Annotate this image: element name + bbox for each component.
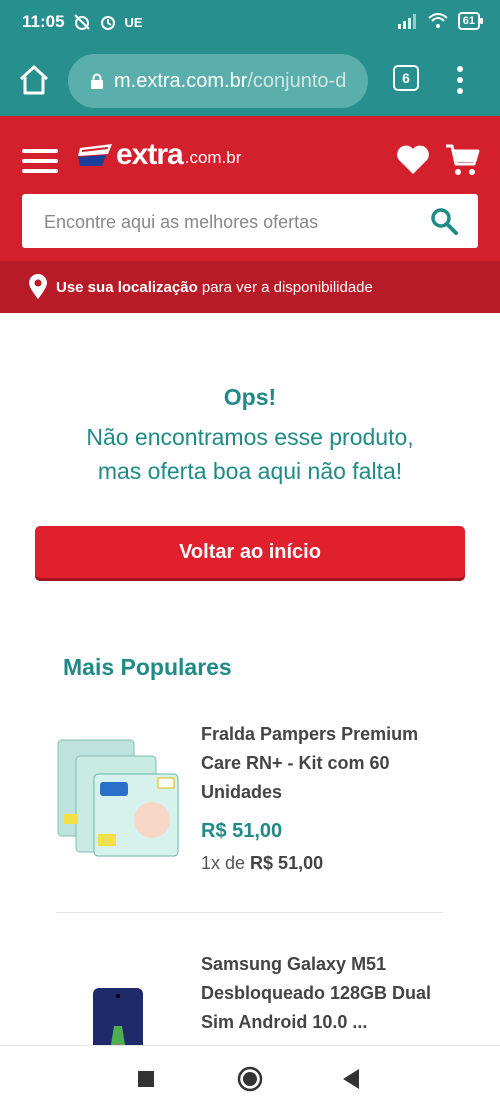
error-message: Não encontramos esse produto, mas oferta… [0,420,500,488]
product-name[interactable]: Fralda Pampers Premium Care RN+ - Kit co… [201,720,446,807]
url-path: /conjunto-d [247,69,347,92]
menu-icon[interactable] [22,146,58,176]
url-text: m.extra.com.br/conjunto-d [114,70,346,93]
back-triangle-icon[interactable] [342,1068,360,1090]
status-bar: 11:05 UE 61 [0,0,500,46]
product-price: R$ 51,00 [201,820,283,842]
popular-section-title: Mais Populares [63,654,232,680]
location-bold-text: Use sua localização [56,278,198,296]
cart-icon[interactable] [444,142,480,178]
logo-name: extra [116,138,184,171]
browser-home-icon[interactable] [16,62,52,98]
alarm-off-icon [73,14,90,30]
product-name[interactable]: Samsung Galaxy M51 Desbloqueado 128GB Du… [201,950,446,1037]
installment-prefix: 1x de [201,853,251,873]
logo-flag-icon [78,144,112,166]
product-installment: 1x de R$ 51,00 [201,853,323,874]
location-text: Use sua localização para ver a disponibi… [56,279,373,296]
battery-icon: 61 [457,12,484,30]
logo-domain: .com.br [184,148,242,167]
error-title: Ops! [223,384,277,410]
product-divider [56,912,442,913]
more-options-icon[interactable] [452,62,468,98]
status-left: 11:05 UE [22,12,143,32]
search-box [22,194,478,250]
clock: 11:05 [22,12,65,31]
search-icon[interactable] [430,207,458,235]
extra-logo[interactable]: extra .com.br [78,138,241,172]
error-line-1: Não encontramos esse produto, [86,424,414,450]
error-line-2: mas oferta boa aqui não falta! [97,458,403,484]
lock-icon [91,73,103,89]
address-bar[interactable]: m.extra.com.br/conjunto-d [68,54,368,108]
browser-toolbar: m.extra.com.br/conjunto-d 6 [0,46,500,116]
home-circle-icon[interactable] [237,1066,263,1092]
alarm-icon [100,16,115,30]
installment-value: R$ 51,00 [250,853,324,873]
back-to-home-button[interactable]: Voltar ao início [35,526,465,578]
diaper-pack-image [57,739,179,857]
tab-switcher-button[interactable]: 6 [393,65,419,91]
recent-apps-button[interactable] [138,1071,154,1087]
url-host: m.extra.com.br [114,69,248,92]
signal-icon [397,14,416,29]
carrier-tag: UE [124,14,143,30]
location-rest-text: para ver a disponibilidade [197,278,373,296]
favorites-heart-icon[interactable] [396,144,430,176]
wifi-icon [428,13,448,28]
search-input[interactable] [42,194,416,250]
status-right: 61 [397,12,484,30]
site-header: extra .com.br [0,116,500,261]
location-pin-icon [29,274,47,299]
location-bar[interactable]: Use sua localização para ver a disponibi… [0,261,500,313]
system-nav-bar [0,1045,500,1112]
